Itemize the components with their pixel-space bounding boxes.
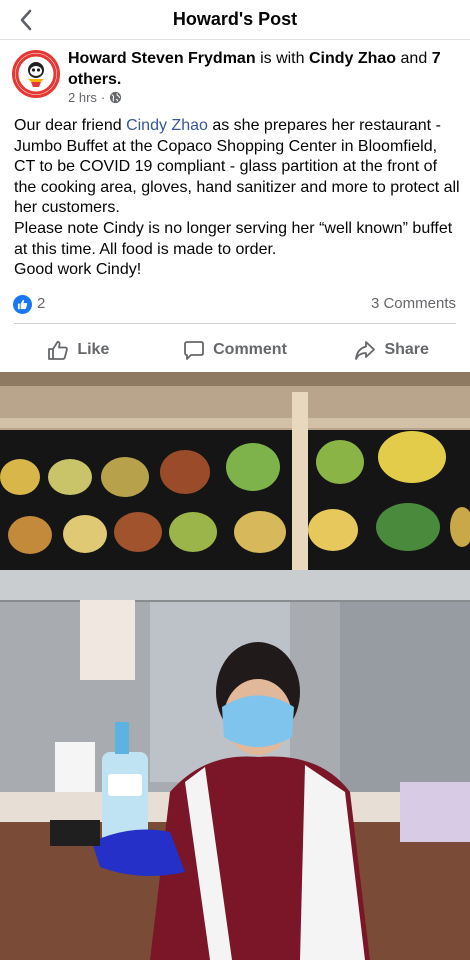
post-actions: Like Comment Share [0, 330, 470, 370]
share-arrow-icon [355, 340, 376, 360]
post-author-line: Howard Steven Frydman is with Cindy Zhao… [68, 48, 458, 90]
and-text: and [400, 50, 428, 67]
period: . [116, 71, 122, 88]
comment-label: Comment [213, 341, 287, 358]
like-button[interactable]: Like [0, 330, 157, 370]
post-paragraph-3: Good work Cindy! [14, 261, 142, 279]
with-text: is with [260, 50, 305, 67]
like-count[interactable]: 2 [37, 295, 45, 312]
post-text-intro: Our dear friend [14, 117, 127, 134]
share-label: Share [384, 341, 429, 358]
comment-bubble-icon [184, 340, 205, 360]
post-paragraph-1: Our dear friend Cindy Zhao as she prepar… [14, 116, 460, 219]
restaurant-logo-icon [15, 53, 57, 95]
like-reaction-badge[interactable] [13, 295, 32, 314]
avatar[interactable] [12, 50, 60, 98]
thumbs-up-icon [17, 299, 28, 310]
reaction-stats: 2 3 Comments [0, 292, 470, 316]
post-paragraph-2: Please note Cindy is no longer serving h… [14, 219, 453, 258]
thumbs-up-outline-icon [48, 340, 69, 360]
post-timestamp[interactable]: 2 hrs [68, 90, 97, 105]
meta-separator: · [100, 90, 106, 105]
share-button[interactable]: Share [313, 330, 470, 370]
post-meta: 2 hrs · [68, 90, 122, 105]
post-photo[interactable] [0, 372, 470, 960]
comments-count[interactable]: 3 Comments [371, 295, 456, 312]
like-label: Like [77, 341, 110, 358]
post-author-block: Howard Steven Frydman is with Cindy Zhao… [0, 44, 470, 112]
post-header: Howard's Post [0, 0, 470, 40]
comment-button[interactable]: Comment [157, 330, 314, 370]
tagged-name[interactable]: Cindy Zhao [309, 50, 396, 67]
page-title: Howard's Post [172, 9, 298, 29]
mention-link[interactable]: Cindy Zhao [126, 117, 208, 134]
globe-icon [110, 91, 122, 104]
divider [14, 323, 456, 324]
post-body: Our dear friend Cindy Zhao as she prepar… [14, 116, 460, 281]
author-name[interactable]: Howard Steven Frydman [68, 50, 256, 67]
restaurant-counter-photo [0, 372, 470, 960]
